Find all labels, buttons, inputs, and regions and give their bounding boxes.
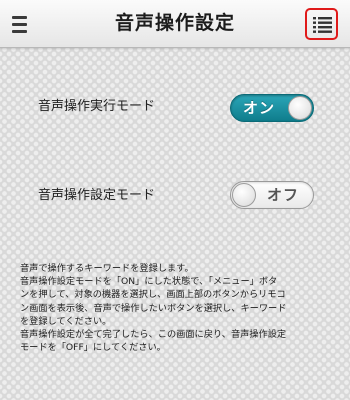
toggle-knob: [232, 183, 256, 207]
voice-setting-mode-toggle[interactable]: オフ: [230, 181, 314, 209]
description-line: 音声で操作するキーワードを登録します。: [20, 263, 194, 274]
description-text: 音声で操作するキーワードを登録します。 音声操作設定モードを「ON」にした状態で…: [20, 262, 342, 354]
description-line: 音声操作設定が全て完了したら、この画面に戻り、音声操作設定: [20, 329, 287, 341]
description-line: を登録してください。: [20, 315, 112, 327]
description-line: 音声操作設定モードを「ON」にした状態で、「メニュー」ボタ: [20, 276, 278, 288]
toggle-knob: [288, 96, 312, 120]
list-icon: [313, 17, 332, 33]
description-line: ン画面を表示後、音声で操作したいボタンを選択し、キーワード: [20, 302, 287, 314]
voice-exec-mode-label: 音声操作実行モード: [38, 99, 156, 114]
description-line: モードを「OFF」にしてください。: [20, 342, 166, 354]
voice-exec-mode-toggle[interactable]: オン: [230, 94, 314, 122]
list-button[interactable]: [305, 8, 338, 40]
voice-setting-mode-label: 音声操作設定モード: [38, 188, 156, 203]
description-line: ンを押して、対象の機器を選択し、画面上部のボタンからリモコ: [20, 289, 286, 301]
header-bar: 音声操作設定: [0, 0, 350, 48]
toggle-off-label: オフ: [267, 186, 300, 204]
toggle-on-label: オン: [243, 99, 276, 117]
page-title: 音声操作設定: [114, 12, 235, 34]
